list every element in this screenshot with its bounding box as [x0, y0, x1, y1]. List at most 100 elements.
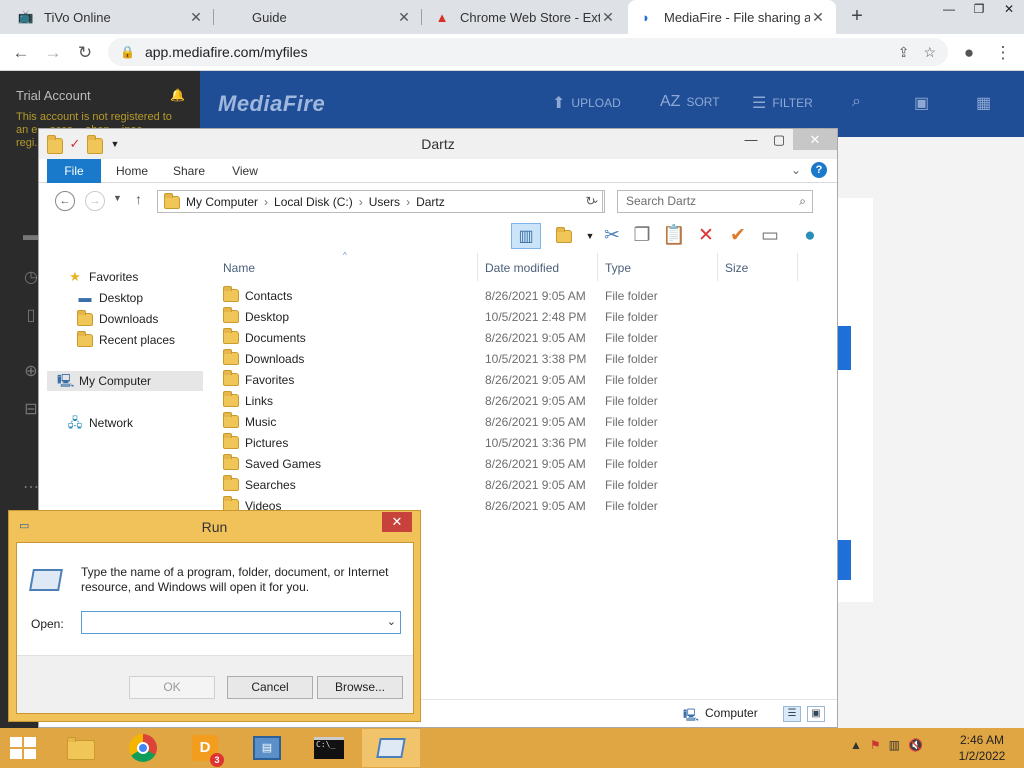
new-folder-icon[interactable]: ▣ — [914, 93, 929, 113]
command-prompt-taskbar-icon[interactable]: C:\_ — [300, 729, 358, 767]
grid-view-icon[interactable]: ▦ — [976, 93, 991, 113]
breadcrumb[interactable]: My Computer › Local Disk (C:) › Users › … — [157, 190, 605, 213]
file-row[interactable]: Pictures 10/5/2021 3:36 PM File folder — [217, 432, 817, 453]
file-row[interactable]: Downloads 10/5/2021 3:38 PM File folder — [217, 348, 817, 369]
details-view-icon[interactable]: ☰ — [783, 706, 801, 722]
file-row[interactable]: Favorites 8/26/2021 9:05 AM File folder — [217, 369, 817, 390]
nav-network[interactable]: 🖧 Network — [67, 413, 133, 433]
dartz-app-taskbar-icon[interactable]: D 3 — [176, 729, 234, 767]
volume-muted-icon[interactable]: 🔇 — [908, 738, 923, 752]
file-row[interactable]: Searches 8/26/2021 9:05 AM File folder — [217, 474, 817, 495]
bookmark-star-icon[interactable]: ☆ — [923, 44, 936, 61]
column-divider[interactable] — [797, 253, 798, 281]
tab-chrome-web-store[interactable]: ▲ Chrome Web Store - Exten ✕ — [424, 0, 626, 34]
cancel-button[interactable]: Cancel — [227, 676, 313, 699]
paste-icon[interactable]: 📋 — [661, 223, 687, 249]
ok-button[interactable]: OK — [129, 676, 215, 699]
breadcrumb-item[interactable]: Dartz — [416, 195, 445, 209]
run-titlebar[interactable]: ▭ Run ✕ — [9, 511, 420, 541]
browse-button[interactable]: Browse... — [317, 676, 403, 699]
back-icon[interactable]: ← — [10, 42, 32, 64]
profile-avatar-icon[interactable]: ● — [958, 42, 980, 64]
column-size[interactable]: Size — [725, 257, 748, 281]
file-row[interactable]: Music 8/26/2021 9:05 AM File folder — [217, 411, 817, 432]
close-tab-icon[interactable]: ✕ — [600, 9, 616, 26]
forward-icon[interactable]: → — [85, 191, 105, 211]
reload-icon[interactable]: ↻ — [74, 42, 96, 64]
nav-downloads[interactable]: Downloads — [77, 309, 158, 329]
mediafire-logo[interactable]: MediaFire — [218, 91, 325, 117]
explorer-titlebar[interactable]: ✓ ▼ Dartz — ▢ ✕ — [39, 129, 837, 159]
nav-favorites[interactable]: ★ Favorites — [67, 267, 138, 287]
action-center-flag-icon[interactable]: ⚑ — [870, 738, 881, 752]
help-icon[interactable]: ? — [811, 162, 827, 178]
tab-share[interactable]: Share — [169, 159, 209, 183]
show-hidden-icons-icon[interactable]: ▲ — [850, 738, 862, 752]
mediafire-blue-button[interactable] — [836, 540, 851, 580]
filter-button[interactable]: ☰ FILTER — [752, 93, 813, 113]
copy-icon[interactable]: ❐ — [629, 223, 655, 249]
cut-icon[interactable]: ✂ — [599, 223, 625, 249]
file-row[interactable]: Desktop 10/5/2021 2:48 PM File folder — [217, 306, 817, 327]
nav-my-computer[interactable]: 🖳 My Computer — [47, 371, 203, 391]
maximize-icon[interactable]: ▢ — [765, 129, 793, 150]
column-date-modified[interactable]: Date modified — [485, 257, 559, 281]
nav-desktop[interactable]: ▬ Desktop — [77, 288, 144, 308]
minimize-icon[interactable]: — — [737, 129, 765, 150]
chevron-down-icon[interactable]: ⌄ — [791, 163, 801, 177]
forward-icon[interactable]: → — [42, 42, 64, 64]
chevron-right-icon[interactable]: › — [359, 195, 363, 209]
chevron-right-icon[interactable]: › — [406, 195, 410, 209]
file-row[interactable]: Contacts 8/26/2021 9:05 AM File folder — [217, 285, 817, 306]
globe-icon[interactable]: ● — [797, 223, 823, 249]
sort-button[interactable]: AZ SORT — [660, 93, 720, 111]
chrome-taskbar-icon[interactable] — [114, 729, 172, 767]
chevron-down-icon[interactable]: ⌄ — [387, 612, 396, 633]
share-icon[interactable]: ⇪ — [898, 44, 910, 61]
tab-mediafire[interactable]: ◗ MediaFire - File sharing an ✕ — [628, 0, 836, 34]
file-row[interactable]: Links 8/26/2021 9:05 AM File folder — [217, 390, 817, 411]
bell-icon[interactable]: 🔔 — [170, 88, 185, 102]
tab-tivo[interactable]: 📺 TiVo Online ✕ — [8, 0, 214, 34]
back-icon[interactable]: ← — [55, 191, 75, 211]
breadcrumb-item[interactable]: Local Disk (C:) — [274, 195, 353, 209]
chevron-right-icon[interactable]: › — [264, 195, 268, 209]
menu-kebab-icon[interactable]: ⋮ — [992, 42, 1014, 64]
search-input[interactable]: Search Dartz ⌕ — [617, 190, 813, 213]
file-row[interactable]: Documents 8/26/2021 9:05 AM File folder — [217, 327, 817, 348]
breadcrumb-item[interactable]: Users — [369, 195, 400, 209]
column-divider[interactable] — [477, 253, 478, 281]
checkmark-icon[interactable]: ✔ — [725, 223, 751, 249]
run-taskbar-icon[interactable] — [362, 729, 420, 767]
delete-icon[interactable]: ✕ — [693, 223, 719, 249]
network-icon[interactable]: ▥ — [889, 738, 900, 752]
file-row[interactable]: Saved Games 8/26/2021 9:05 AM File folde… — [217, 453, 817, 474]
tab-view[interactable]: View — [227, 159, 263, 183]
address-bar[interactable]: 🔒 app.mediafire.com/myfiles ⇪ ☆ — [108, 38, 948, 66]
column-divider[interactable] — [597, 253, 598, 281]
preview-pane-icon[interactable]: ▥ — [511, 223, 541, 249]
control-panel-taskbar-icon[interactable]: ▤ — [238, 729, 296, 767]
search-icon[interactable]: ⌕ — [852, 93, 861, 111]
close-icon[interactable]: ✕ — [793, 129, 837, 150]
clock[interactable]: 2:46 AM 1/2/2022 — [952, 732, 1012, 764]
file-explorer-taskbar-icon[interactable] — [52, 729, 110, 767]
large-icons-view-icon[interactable]: ▣ — [807, 706, 825, 722]
up-arrow-icon[interactable]: ↑ — [135, 191, 142, 207]
breadcrumb-item[interactable]: My Computer — [186, 195, 258, 209]
open-input[interactable]: ⌄ — [81, 611, 401, 634]
new-tab-button[interactable]: + — [846, 5, 868, 27]
recent-locations-icon[interactable]: ▼ — [113, 193, 122, 203]
minimize-icon[interactable]: — — [934, 0, 964, 20]
close-icon[interactable]: ✕ — [994, 0, 1024, 20]
close-tab-icon[interactable]: ✕ — [188, 9, 204, 26]
close-tab-icon[interactable]: ✕ — [810, 9, 826, 26]
lock-icon[interactable]: 🔒 — [120, 45, 135, 59]
close-tab-icon[interactable]: ✕ — [396, 9, 412, 26]
move-to-icon[interactable] — [551, 223, 577, 249]
column-type[interactable]: Type — [605, 257, 631, 281]
close-icon[interactable]: ✕ — [382, 512, 412, 532]
windows-start-icon[interactable] — [10, 737, 38, 761]
restore-icon[interactable]: ❐ — [964, 0, 994, 20]
upload-button[interactable]: ⬆ UPLOAD — [552, 93, 621, 113]
